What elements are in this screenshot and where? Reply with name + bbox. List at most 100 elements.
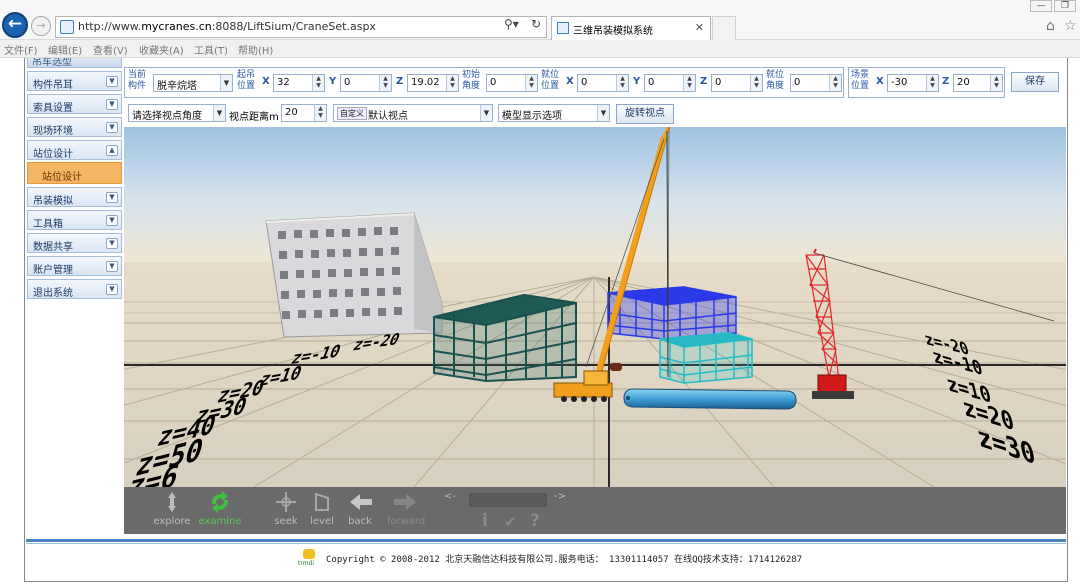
address-bar[interactable]: http://www.mycranes.cn:8088/LiftSium/Cra… — [55, 16, 547, 38]
sidebar-item-crane-select[interactable]: 吊车选型 — [27, 58, 122, 68]
scene-position-label: 场景 位置 — [851, 70, 870, 91]
examine-icon — [212, 491, 228, 513]
examine-button[interactable]: examine — [198, 490, 242, 530]
scene-x-input[interactable]: -30 ▲ ▼ — [887, 74, 939, 92]
level-icon — [315, 492, 329, 511]
back-view-button[interactable]: back — [338, 490, 382, 530]
sidebar-item-lug[interactable]: 构件吊耳 ▼ — [27, 71, 122, 91]
spinner-icon[interactable]: ▲ ▼ — [446, 75, 458, 91]
view-distance-input[interactable]: 20 ▲ ▼ — [281, 104, 327, 122]
refresh-icon[interactable]: ↻ — [531, 17, 541, 31]
view-distance-label: 视点距离m — [229, 112, 279, 123]
3d-viewport[interactable]: z=-20 z=-10 z=10 z=20 z=30 z=40 z=50 z=6… — [124, 127, 1066, 487]
pipe-rack-cyan — [659, 332, 753, 384]
view-angle-select[interactable]: 请选择视点角度 ▼ — [128, 104, 226, 122]
init-angle-input[interactable]: 0 ▲ ▼ — [486, 74, 538, 92]
minimize-button[interactable]: — — [1030, 0, 1052, 12]
viewer-toolbar: explore examine seek level back forward … — [124, 487, 1066, 534]
explore-icon — [168, 492, 176, 512]
dropdown-arrow-icon: ▼ — [213, 105, 225, 121]
menu-file[interactable]: 文件(F) — [4, 42, 38, 57]
prev-viewpoint-arrow[interactable]: <- — [444, 491, 456, 502]
save-button[interactable]: 保存 — [1011, 72, 1059, 92]
spinner-icon[interactable]: ▲ ▼ — [829, 75, 841, 91]
sidebar-item-account[interactable]: 账户管理 ▼ — [27, 256, 122, 276]
dropdown-arrow-icon: ▼ — [597, 105, 609, 121]
sidebar-item-rigging[interactable]: 索具设置 ▼ — [27, 94, 122, 114]
steel-frame-blue — [607, 286, 737, 340]
sidebar-item-simulation[interactable]: 吊装模拟 ▼ — [27, 187, 122, 207]
copyright-text: Copyright © 2008-2012 北京天融信达科技有限公司.服务电话：… — [326, 555, 803, 565]
lift-y-label: Y — [329, 76, 337, 87]
chevron-down-icon[interactable]: ▼ — [106, 284, 118, 295]
chevron-down-icon[interactable]: ▼ — [106, 76, 118, 87]
new-tab-button[interactable] — [712, 16, 736, 40]
rotate-view-button[interactable]: 旋转视点 — [616, 104, 674, 124]
lift-x-input[interactable]: 32 ▲ ▼ — [273, 74, 325, 92]
custom-badge[interactable]: 自定义 — [337, 107, 367, 120]
place-position-label: 就位 位置 — [541, 70, 560, 91]
position-toolbar: 当前 构件 脱辛烷塔 ▼ 起吊 位置 X 32 ▲ ▼ Y 0 ▲ ▼ Z 19.02 … — [124, 67, 1068, 99]
forward-view-button[interactable]: forward — [384, 490, 428, 530]
sidebar-subitem-position-design[interactable]: 站位设计 — [27, 162, 122, 184]
custom-view-select[interactable]: 自定义 默认视点 ▼ — [333, 104, 493, 122]
help-icon[interactable]: ? — [530, 511, 540, 531]
spinner-icon[interactable]: ▲ ▼ — [314, 105, 326, 121]
browser-tab[interactable]: 三维吊装模拟系统 ✕ — [551, 16, 711, 40]
sidebar-item-data-share[interactable]: 数据共享 ▼ — [27, 233, 122, 253]
chevron-up-icon[interactable]: ▲ — [106, 145, 118, 156]
check-icon[interactable]: ✔ — [504, 513, 517, 531]
spinner-icon[interactable]: ▲ ▼ — [750, 75, 762, 91]
chevron-down-icon[interactable]: ▼ — [106, 238, 118, 249]
sidebar-item-logout[interactable]: 退出系统 ▼ — [27, 279, 122, 299]
chevron-down-icon[interactable]: ▼ — [106, 192, 118, 203]
restore-button[interactable]: ❐ — [1054, 0, 1076, 12]
browser-titlebar: ← → http://www.mycranes.cn:8088/LiftSium… — [0, 0, 1080, 40]
scene-canvas[interactable] — [124, 127, 1066, 487]
lift-z-input[interactable]: 19.02 ▲ ▼ — [407, 74, 459, 92]
sidebar-item-site[interactable]: 现场环境 ▼ — [27, 117, 122, 137]
search-icon[interactable]: ⚲▾ — [504, 17, 519, 31]
spinner-icon[interactable]: ▲ ▼ — [683, 75, 695, 91]
scene-z-input[interactable]: 20 ▲ ▼ — [953, 74, 1003, 92]
explore-button[interactable]: explore — [150, 490, 194, 530]
menu-favorites[interactable]: 收藏夹(A) — [139, 42, 184, 57]
menu-edit[interactable]: 编辑(E) — [48, 42, 82, 57]
spinner-icon[interactable]: ▲ ▼ — [990, 75, 1002, 91]
next-viewpoint-arrow[interactable]: -> — [554, 491, 566, 502]
spinner-icon[interactable]: ▲ ▼ — [616, 75, 628, 91]
page-icon — [60, 20, 74, 34]
seek-icon — [276, 492, 296, 512]
footer-divider-light — [26, 543, 1066, 544]
chevron-down-icon[interactable]: ▼ — [106, 261, 118, 272]
model-display-select[interactable]: 模型显示选项 ▼ — [498, 104, 610, 122]
menu-view[interactable]: 查看(V) — [93, 42, 128, 57]
chevron-down-icon[interactable]: ▼ — [106, 99, 118, 110]
menu-help[interactable]: 帮助(H) — [238, 42, 273, 57]
pressure-vessel — [623, 388, 797, 410]
chevron-down-icon[interactable]: ▼ — [106, 122, 118, 133]
dropdown-arrow-icon: ▼ — [480, 105, 492, 121]
current-part-select[interactable]: 脱辛烷塔 ▼ — [153, 74, 233, 92]
forward-arrow-icon — [394, 494, 416, 510]
spinner-icon[interactable]: ▲ ▼ — [525, 75, 537, 91]
place-x-input[interactable]: 0 ▲ ▼ — [577, 74, 629, 92]
home-icon[interactable]: ⌂ — [1046, 18, 1055, 34]
lift-y-input[interactable]: 0 ▲ ▼ — [340, 74, 392, 92]
spinner-icon[interactable]: ▲ ▼ — [312, 75, 324, 91]
info-icon[interactable]: i — [482, 511, 488, 531]
forward-button[interactable]: → — [31, 16, 51, 36]
sidebar-item-position[interactable]: 站位设计 ▲ — [27, 140, 122, 160]
menu-tools[interactable]: 工具(T) — [194, 42, 228, 57]
favorites-icon[interactable]: ☆ — [1064, 18, 1077, 34]
viewpoint-slot[interactable] — [469, 493, 547, 507]
back-button[interactable]: ← — [2, 12, 28, 38]
place-angle-input[interactable]: 0 ▲ ▼ — [790, 74, 842, 92]
place-y-input[interactable]: 0 ▲ ▼ — [644, 74, 696, 92]
chevron-down-icon[interactable]: ▼ — [106, 215, 118, 226]
sidebar-item-toolbox[interactable]: 工具箱 ▼ — [27, 210, 122, 230]
spinner-icon[interactable]: ▲ ▼ — [379, 75, 391, 91]
tab-close-icon[interactable]: ✕ — [695, 21, 704, 34]
place-z-input[interactable]: 0 ▲ ▼ — [711, 74, 763, 92]
spinner-icon[interactable]: ▲ ▼ — [926, 75, 938, 91]
